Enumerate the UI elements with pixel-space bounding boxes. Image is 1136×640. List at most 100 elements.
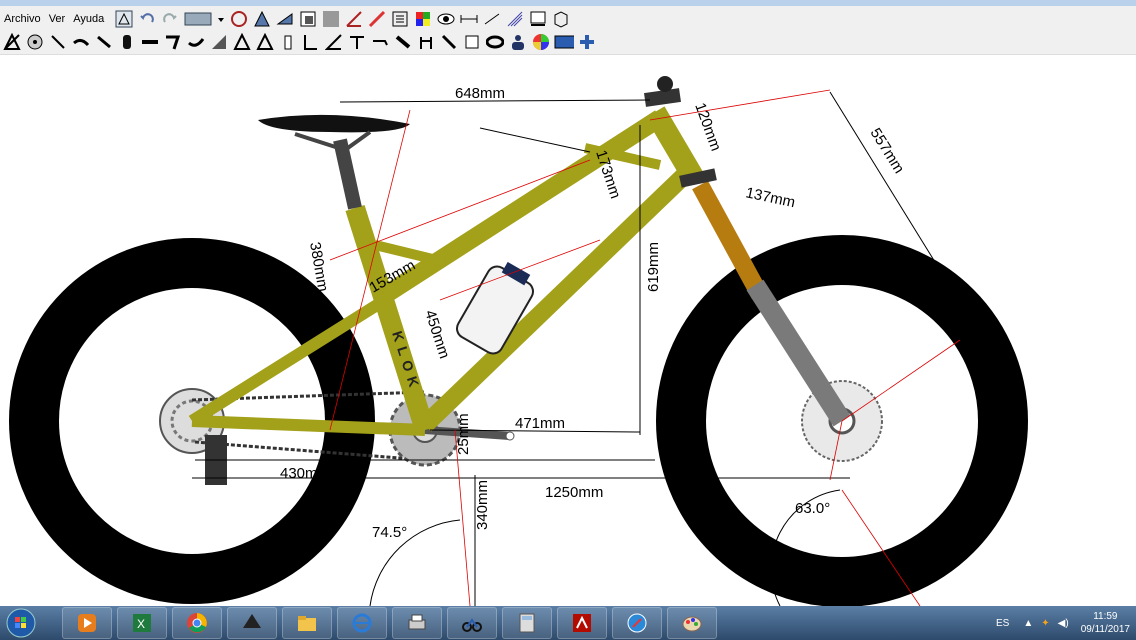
angle-icon[interactable] (344, 9, 364, 29)
box-icon[interactable] (551, 9, 571, 29)
angle-icon[interactable] (324, 32, 344, 52)
frame-icon[interactable] (275, 9, 295, 29)
excel-icon[interactable]: X (117, 607, 167, 639)
saddle-rails (294, 130, 372, 153)
fork-lower (746, 279, 851, 427)
tire-icon[interactable] (485, 32, 505, 52)
parts-toolbar (0, 30, 1136, 55)
fork-icon[interactable] (163, 32, 183, 52)
brake-icon[interactable] (140, 32, 160, 52)
windows-taskbar: X ES ▲ ✦ ◀) 11:59 09/11/2017 (0, 606, 1136, 640)
printer-icon[interactable] (392, 607, 442, 639)
windows-logo-icon (6, 608, 36, 638)
calculator-icon[interactable] (502, 607, 552, 639)
color-wheel-icon[interactable] (531, 32, 551, 52)
drawing-canvas[interactable]: KLOK 648mm 120mm 557mm 137mm 173mm 619mm… (0, 55, 1136, 606)
hub-icon[interactable] (94, 32, 114, 52)
wheel-icon[interactable] (229, 9, 249, 29)
frame-icon[interactable] (252, 9, 272, 29)
language-indicator[interactable]: ES (996, 618, 1009, 629)
dim-seat-tube: 450mm (421, 308, 453, 361)
rider-icon[interactable] (508, 32, 528, 52)
bottle-icon[interactable] (278, 32, 298, 52)
undo-icon[interactable] (137, 9, 157, 29)
tray-app-icon[interactable]: ✦ (1041, 618, 1049, 629)
grid-icon[interactable] (321, 9, 341, 29)
dim-chainstay: 430mm (280, 465, 330, 482)
menu-ver[interactable]: Ver (45, 13, 70, 25)
inkscape-icon[interactable] (227, 607, 277, 639)
tape-icon[interactable] (370, 32, 390, 52)
monitor-icon[interactable] (528, 9, 548, 29)
media-player-icon[interactable] (62, 607, 112, 639)
svg-text:X: X (137, 617, 145, 631)
ruler-icon[interactable] (459, 9, 479, 29)
start-button[interactable] (0, 606, 42, 640)
plus-icon[interactable] (577, 32, 597, 52)
shock-icon[interactable] (393, 32, 413, 52)
menu-ayuda[interactable]: Ayuda (69, 13, 108, 25)
dim-head-angle: 63.0° (795, 500, 830, 517)
pencil-icon[interactable] (48, 32, 68, 52)
bike-app-icon[interactable] (447, 607, 497, 639)
top-tube (380, 110, 665, 303)
wheel-icon[interactable] (25, 32, 45, 52)
dim-front-center: 471mm (515, 415, 565, 432)
dim-bb-drop: 25mm (455, 413, 472, 455)
grips-icon[interactable] (416, 32, 436, 52)
chrome-icon[interactable] (172, 607, 222, 639)
triangle-icon[interactable] (255, 32, 275, 52)
system-tray: ES ▲ ✦ ◀) 11:59 09/11/2017 (996, 606, 1136, 640)
dim-bb-height: 340mm (474, 480, 491, 530)
geometry-guides (329, 89, 961, 606)
dim-wheelbase: 1250mm (545, 484, 603, 501)
frame-icon[interactable] (114, 9, 134, 29)
eye-icon[interactable] (436, 9, 456, 29)
dim-stem-stack: 137mm (744, 184, 796, 211)
pedal-axle (505, 431, 515, 441)
list-icon[interactable] (390, 9, 410, 29)
dim-stack: 619mm (645, 242, 662, 292)
dim-seat-angle: 74.5° (372, 524, 407, 541)
ie-icon[interactable] (337, 607, 387, 639)
folder-icon[interactable] (282, 607, 332, 639)
angle-icon[interactable] (367, 9, 387, 29)
export-icon[interactable] (183, 9, 213, 29)
safari-icon[interactable] (612, 607, 662, 639)
square-icon[interactable] (462, 32, 482, 52)
clock[interactable]: 11:59 09/11/2017 (1081, 610, 1130, 636)
paint-icon[interactable] (667, 607, 717, 639)
triangle-icon[interactable] (232, 32, 252, 52)
bike-drawing: KLOK 648mm 120mm 557mm 137mm 173mm 619mm… (9, 76, 1028, 606)
acrobat-icon[interactable] (557, 607, 607, 639)
bike-icon[interactable] (554, 32, 574, 52)
stem-icon[interactable] (186, 32, 206, 52)
volume-icon[interactable]: ◀) (1058, 618, 1069, 629)
note-icon[interactable] (482, 9, 502, 29)
palette-icon[interactable] (413, 9, 433, 29)
frame-icon[interactable] (298, 9, 318, 29)
crank-icon[interactable] (71, 32, 91, 52)
tray-expand-icon[interactable]: ▲ (1023, 618, 1033, 629)
cables-icon[interactable] (505, 9, 525, 29)
redo-icon[interactable] (160, 9, 180, 29)
dim-reach: 557mm (867, 125, 908, 176)
clock-date: 09/11/2017 (1080, 624, 1130, 635)
chain-icon[interactable] (117, 32, 137, 52)
menu-archivo[interactable]: Archivo (0, 13, 45, 25)
dropdown-icon[interactable] (216, 9, 226, 29)
chainstay (191, 415, 426, 436)
seat-icon[interactable] (301, 32, 321, 52)
handlebar (657, 76, 673, 92)
menu-bar: Archivo Ver Ayuda (0, 6, 1136, 32)
top-toolbar (114, 9, 574, 29)
wrench-icon[interactable] (439, 32, 459, 52)
triangle-icon[interactable] (209, 32, 229, 52)
water-bottle (456, 261, 534, 355)
frame-icon[interactable] (2, 32, 22, 52)
head-tube (645, 106, 705, 186)
stem (644, 88, 681, 107)
clock-time: 11:59 (1093, 611, 1118, 622)
angle-icon[interactable] (347, 32, 367, 52)
dim-top-span: 648mm (455, 85, 505, 102)
